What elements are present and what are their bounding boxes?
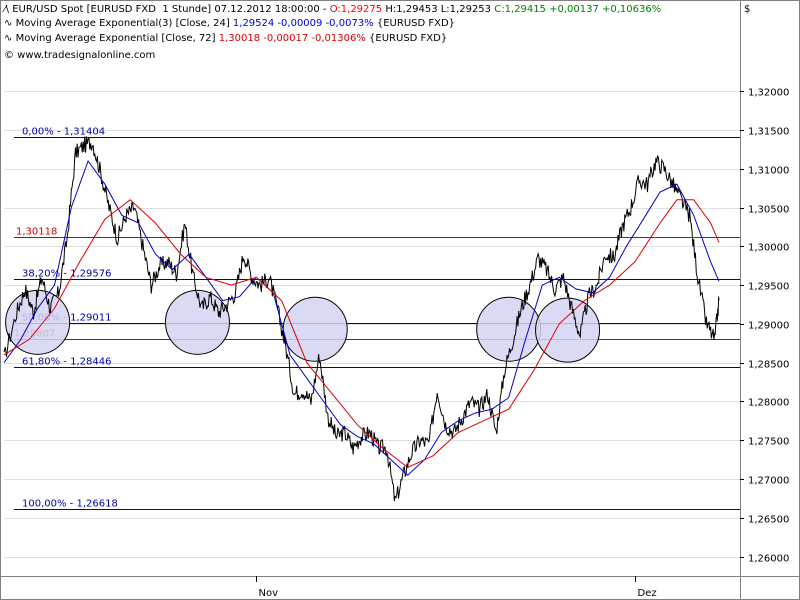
legend-open-value: O:1,29275 (329, 4, 383, 15)
level-label: 38,20% - 1,29576 (22, 269, 111, 280)
level-label: 61,80% - 1,28446 (22, 357, 111, 368)
y-tick-label: 1,28000 (748, 398, 789, 409)
y-tick-label: 1,30500 (748, 205, 789, 216)
legend-ema24-suffix: {EURUSD FXD} (373, 18, 456, 29)
y-tick-label: 1,29500 (748, 282, 789, 293)
x-tick-label: Dez (638, 588, 657, 599)
legend-ema24-label: Moving Average Exponential(3) [Close, 24… (15, 18, 233, 29)
level-label: 0,00% - 1,31404 (22, 127, 105, 138)
highlight-circle (5, 289, 71, 355)
copyright-text: © www.tradesignalonline.com (4, 50, 156, 61)
legend-ema72: ∿ Moving Average Exponential [Close, 72]… (4, 32, 447, 45)
ema72-icon: ∿ (4, 33, 16, 44)
legend-ema72-label: Moving Average Exponential [Close, 72] (15, 33, 219, 44)
legend-ema24: ∿ Moving Average Exponential(3) [Close, … (4, 17, 455, 30)
legend-price-label: EUR/USD Spot [EURUSD FXD 1 Stunde] 07.12… (12, 4, 330, 15)
price-chart: 1,32000 1,31500 1,31000 1,30500 1,30000 1,295… (0, 0, 800, 600)
currency-symbol: $ (744, 4, 751, 15)
copyright: © www.tradesignalonline.com (4, 49, 155, 62)
legend-ema72-value: 1,30018 -0,00017 -0,01306% (218, 33, 366, 44)
legend-close-value: C:1,29415 +0,00137 +0,10636% (494, 4, 662, 15)
ema24-icon: ∿ (4, 18, 16, 29)
y-tick-label: 1,30000 (748, 243, 789, 254)
legend-ema24-value: 1,29524 -0,00009 -0,0073% (232, 18, 374, 29)
legend-hl-value: H:1,29453 L:1,29253 (382, 4, 495, 15)
y-tick-label: 1,31000 (748, 166, 789, 177)
level-label: 100,00% - 1,26618 (22, 499, 118, 510)
y-tick-label: 1,31500 (748, 127, 789, 138)
level-label: 1,30118 (16, 227, 57, 238)
y-tick-label: 1,28500 (748, 360, 789, 371)
x-tick-label: Nov (259, 588, 279, 599)
chart-root: 1,32000 1,31500 1,31000 1,30500 1,30000 1,295… (0, 0, 800, 600)
y-tick-label: 1,26500 (748, 515, 789, 526)
highlight-circle (164, 289, 230, 355)
legend-price: ⁄\ EUR/USD Spot [EURUSD FXD 1 Stunde] 07… (4, 3, 661, 16)
ema72-series-line (3, 199, 720, 468)
legend-ema72-suffix: {EURUSD FXD} (365, 33, 448, 44)
highlight-circle (535, 297, 601, 363)
y-tick-label: 1,32000 (748, 88, 789, 99)
price-icon: ⁄\ (4, 4, 13, 15)
y-tick-label: 1,26000 (748, 554, 789, 565)
y-tick-label: 1,27000 (748, 476, 789, 487)
y-tick-label: 1,29000 (748, 321, 789, 332)
y-tick-label: 1,27500 (748, 437, 789, 448)
